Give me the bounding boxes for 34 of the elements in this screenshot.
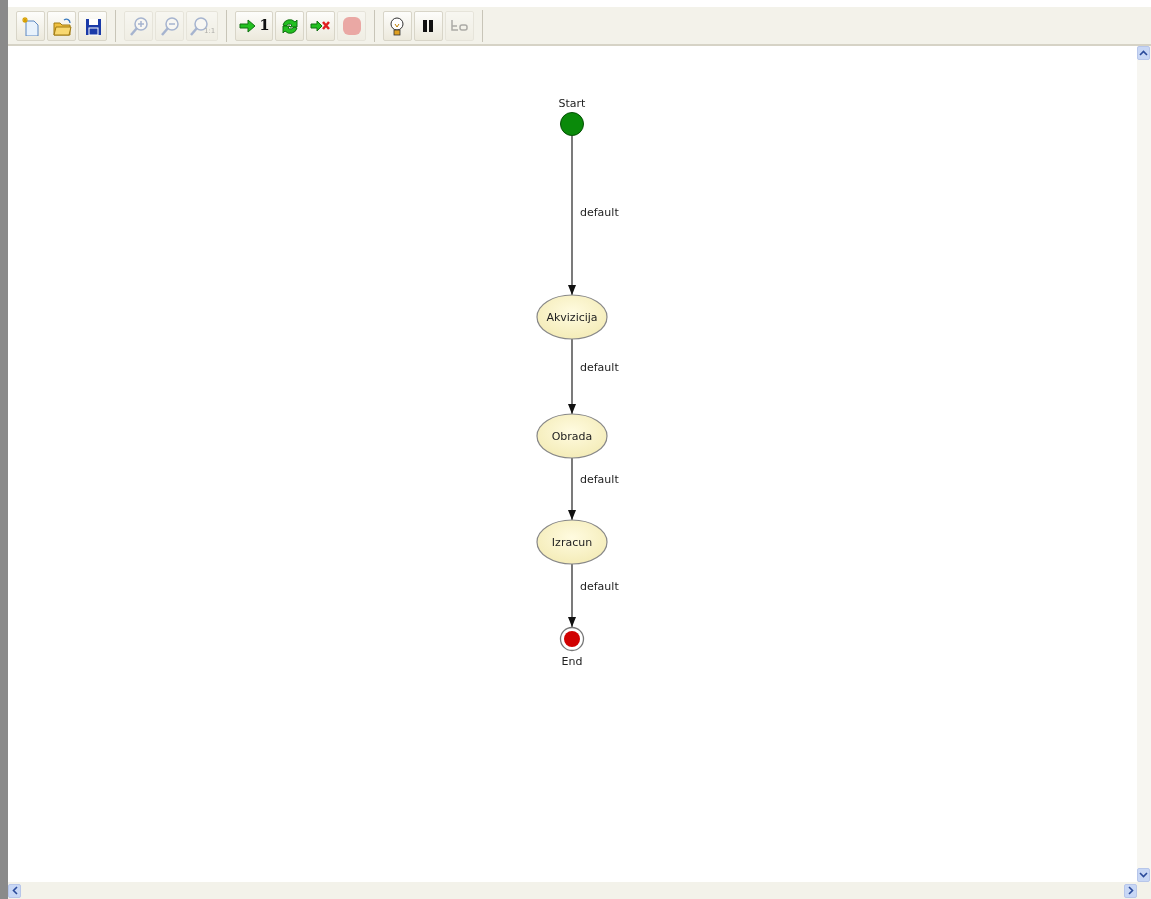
scroll-left-button[interactable] xyxy=(8,883,21,898)
node-label: End xyxy=(561,655,583,668)
state-node[interactable] xyxy=(536,413,608,459)
state-node[interactable] xyxy=(536,519,608,565)
chevron-right-icon xyxy=(1127,886,1134,895)
scroll-up-button[interactable] xyxy=(1137,46,1150,60)
step-button[interactable]: 1 xyxy=(235,10,273,41)
chevron-down-icon xyxy=(1139,872,1148,878)
edge-label: default xyxy=(580,473,619,486)
arrow xyxy=(568,563,576,628)
stop-icon xyxy=(341,15,362,36)
state-node[interactable] xyxy=(536,294,608,340)
pause-button[interactable] xyxy=(413,10,443,41)
edge-label: default xyxy=(580,579,619,593)
node-label: Akvizicija xyxy=(546,311,598,324)
page-icon xyxy=(20,15,41,36)
chevron-up-icon xyxy=(1139,50,1148,56)
arrow xyxy=(568,457,576,521)
hint-button[interactable] xyxy=(382,10,412,41)
start-node[interactable] xyxy=(560,112,584,136)
edge-label: default xyxy=(580,360,619,374)
zoom-in-icon xyxy=(128,15,149,36)
node-label: Izracun xyxy=(551,536,593,549)
zoom-out-icon xyxy=(159,15,180,36)
edge-label: default xyxy=(580,205,619,219)
run-stop-button[interactable] xyxy=(305,10,335,41)
chevron-left-icon xyxy=(11,886,18,895)
cycle-button[interactable] xyxy=(274,10,304,41)
save-button[interactable] xyxy=(78,10,107,41)
end-node[interactable] xyxy=(559,626,585,652)
node-label: Obrada xyxy=(551,430,593,443)
node-label: Start xyxy=(558,97,586,110)
scroll-down-button[interactable] xyxy=(1137,868,1150,882)
scroll-right-button[interactable] xyxy=(1124,883,1137,898)
